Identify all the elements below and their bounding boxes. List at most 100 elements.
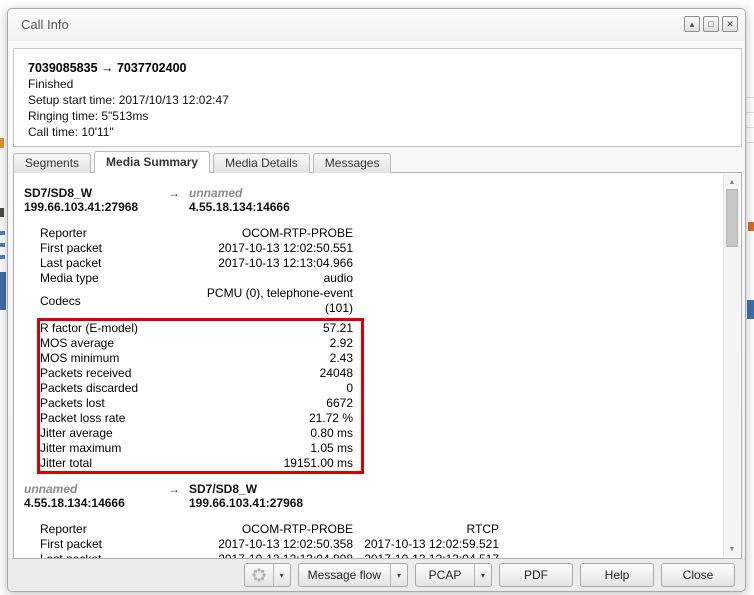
message-flow-dropdown-button[interactable]: ▾ — [390, 564, 407, 586]
table-row: R factor (E-model)57.21 — [40, 321, 361, 336]
row-value: 0 — [190, 381, 353, 396]
row-label: Codecs — [40, 294, 190, 309]
maximize-button[interactable]: □ — [703, 16, 719, 32]
ringing-time: Ringing time: 5"513ms — [28, 108, 741, 124]
dialog-footer: ▾ Message flow ▾ PCAP ▾ PDF Help Close — [8, 558, 745, 591]
row-label: Packet loss rate — [40, 411, 190, 426]
row-label: Last packet — [40, 552, 190, 558]
direction-arrow-icon: → — [159, 186, 189, 214]
row-label: R factor (E-model) — [40, 321, 190, 336]
tab-messages[interactable]: Messages — [313, 153, 392, 173]
row-label: Reporter — [40, 226, 190, 241]
row-label: Packets lost — [40, 396, 190, 411]
message-flow-button[interactable]: Message flow — [299, 564, 390, 586]
settings-dropdown-button[interactable]: ▾ — [273, 564, 290, 586]
table-row: Packets discarded0 — [40, 381, 361, 396]
tab-media-details[interactable]: Media Details — [213, 153, 310, 173]
settings-button[interactable] — [245, 564, 273, 586]
row-value: 1.05 ms — [190, 441, 353, 456]
endpoint-address: 199.66.103.41:27968 — [189, 496, 303, 510]
table-row: Media typeaudio — [14, 271, 723, 286]
row-label: Jitter maximum — [40, 441, 190, 456]
background-fragment — [746, 142, 754, 143]
close-button[interactable]: ✕ — [722, 16, 738, 32]
table-row: Jitter average0.80 ms — [40, 426, 361, 441]
stream-endpoint-from: SD7/SD8_W 199.66.103.41:27968 — [24, 186, 159, 214]
row-label: First packet — [40, 241, 190, 256]
window-controls: ▴ □ ✕ — [684, 16, 738, 32]
endpoint-name: unnamed — [189, 186, 290, 200]
table-row: MOS minimum2.43 — [40, 351, 361, 366]
background-fragment — [0, 255, 5, 259]
table-row: MOS average2.92 — [40, 336, 361, 351]
scroll-up-button[interactable]: ▲ — [724, 174, 740, 190]
call-info-dialog: Call Info ▴ □ ✕ 7039085835 → 7037702400 … — [7, 8, 746, 592]
collapse-button[interactable]: ▴ — [684, 16, 700, 32]
dialog-titlebar[interactable]: Call Info ▴ □ ✕ — [8, 9, 745, 41]
setup-start-time: Setup start time: 2017/10/13 12:02:47 — [28, 92, 741, 108]
row-value: 2017-10-13 12:13:04.898 — [190, 552, 353, 558]
row-value-rtcp: 2017-10-13 12:02:59.521 — [353, 537, 499, 552]
tab-media-summary[interactable]: Media Summary — [94, 151, 210, 173]
endpoint-address: 4.55.18.134:14666 — [24, 496, 159, 510]
table-row: Last packet2017-10-13 12:13:04.8982017-1… — [14, 552, 723, 558]
table-row: CodecsPCMU (0), telephone-event (101) — [14, 286, 723, 316]
stream-header: SD7/SD8_W 199.66.103.41:27968 → unnamed … — [14, 186, 723, 214]
row-value: 21.72 % — [190, 411, 353, 426]
call-summary-box: 7039085835 → 7037702400 Finished Setup s… — [13, 48, 742, 147]
pcap-button[interactable]: PCAP — [416, 564, 474, 586]
gear-icon — [251, 567, 267, 583]
background-fragment — [746, 112, 754, 113]
vertical-scrollbar[interactable]: ▲ ▼ — [723, 174, 740, 557]
row-label: MOS minimum — [40, 351, 190, 366]
tab-segments[interactable]: Segments — [13, 153, 91, 173]
call-state: Finished — [28, 76, 741, 92]
row-value: 6672 — [190, 396, 353, 411]
background-fragment — [0, 138, 4, 148]
media-summary-content: SD7/SD8_W 199.66.103.41:27968 → unnamed … — [14, 173, 723, 558]
table-row: Packets lost6672 — [40, 396, 361, 411]
scroll-up-icon: ▲ — [729, 179, 736, 186]
help-button[interactable]: Help — [580, 563, 654, 587]
table-row: Packet loss rate21.72 % — [40, 411, 361, 426]
endpoint-name: SD7/SD8_W — [24, 186, 159, 200]
row-label: First packet — [40, 537, 190, 552]
chevron-down-icon: ▾ — [481, 571, 485, 580]
media-summary-panel: SD7/SD8_W 199.66.103.41:27968 → unnamed … — [13, 172, 742, 559]
table-row: ReporterOCOM-RTP-PROBERTCP — [14, 522, 723, 537]
pcap-dropdown-button[interactable]: ▾ — [474, 564, 491, 586]
stream-endpoint-to: unnamed 4.55.18.134:14666 — [189, 186, 290, 214]
call-parties: 7039085835 → 7037702400 — [28, 60, 741, 76]
row-value: 57.21 — [190, 321, 353, 336]
row-value: OCOM-RTP-PROBE — [190, 522, 353, 537]
stream-header: unnamed 4.55.18.134:14666 → SD7/SD8_W 19… — [14, 482, 723, 510]
background-fragment — [0, 272, 6, 310]
pdf-button[interactable]: PDF — [499, 563, 573, 587]
stream-endpoint-to: SD7/SD8_W 199.66.103.41:27968 — [189, 482, 303, 510]
row-value: PCMU (0), telephone-event (101) — [190, 286, 353, 316]
row-value: OCOM-RTP-PROBE — [190, 226, 353, 241]
scrollbar-thumb[interactable] — [726, 189, 738, 247]
background-fragment — [746, 127, 754, 128]
table-row: Packets received24048 — [40, 366, 361, 381]
endpoint-name: SD7/SD8_W — [189, 482, 303, 496]
direction-arrow-icon: → — [159, 482, 189, 510]
maximize-icon: □ — [708, 20, 713, 29]
background-page-sliver — [746, 0, 754, 595]
background-fragment — [748, 222, 754, 231]
row-value: 24048 — [190, 366, 353, 381]
close-icon: ✕ — [726, 20, 734, 29]
row-value: 0.80 ms — [190, 426, 353, 441]
row-value: 19151.00 ms — [190, 456, 353, 471]
collapse-icon: ▴ — [690, 20, 695, 29]
row-label: MOS average — [40, 336, 190, 351]
highlight-box: R factor (E-model)57.21 MOS average2.92 … — [37, 318, 364, 474]
scroll-down-button[interactable]: ▼ — [724, 541, 740, 557]
row-label: Jitter average — [40, 426, 190, 441]
table-row: Jitter maximum1.05 ms — [40, 441, 361, 456]
call-time: Call time: 10'11" — [28, 124, 741, 140]
close-dialog-button[interactable]: Close — [661, 563, 735, 587]
tab-bar: Segments Media Summary Media Details Mes… — [13, 151, 394, 173]
row-label: Jitter total — [40, 456, 190, 471]
table-row: ReporterOCOM-RTP-PROBE — [14, 226, 723, 241]
